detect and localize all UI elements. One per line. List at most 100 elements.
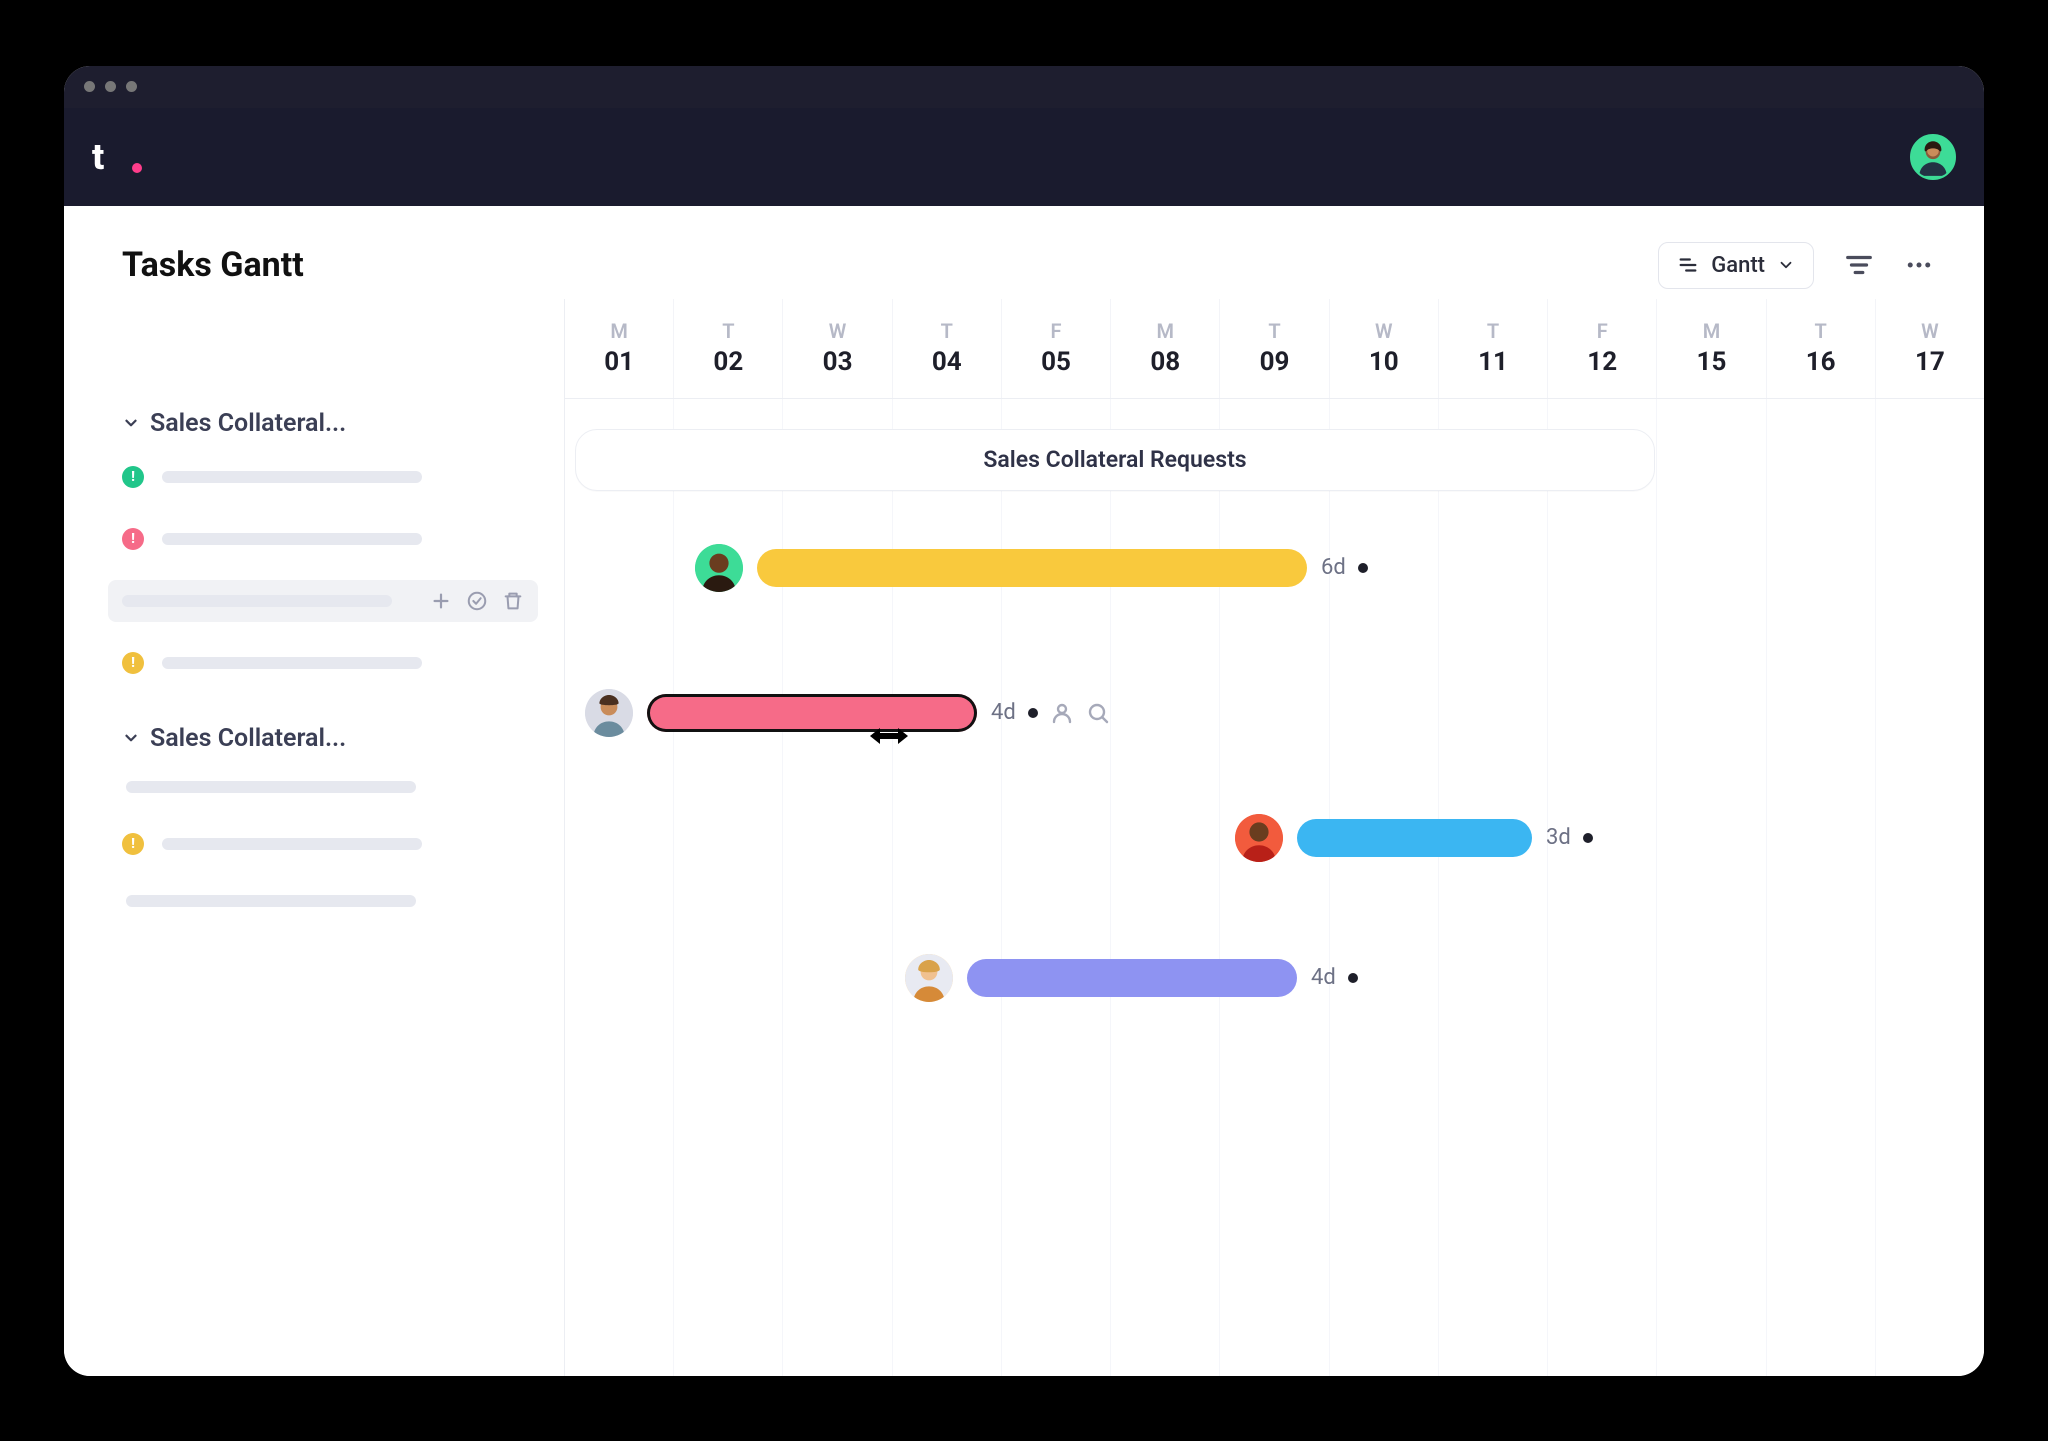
- timeline-grid-column: [1657, 399, 1766, 1376]
- task-meta: 3d: [1546, 825, 1593, 850]
- avatar-icon: [905, 954, 953, 1002]
- app-logo[interactable]: t: [92, 135, 136, 179]
- window-dot: [105, 81, 116, 92]
- timeline-day-label: W: [1921, 319, 1939, 343]
- task-row[interactable]: [122, 771, 524, 803]
- user-avatar[interactable]: [1910, 134, 1956, 180]
- timeline-grid-column: [783, 399, 892, 1376]
- content: Tasks Gantt Gantt: [64, 206, 1984, 1376]
- task-duration-bar[interactable]: [1297, 819, 1532, 857]
- timeline-day-label: T: [722, 319, 734, 343]
- timeline-column: T09: [1220, 299, 1329, 398]
- timeline-grid-column: [1330, 399, 1439, 1376]
- more-button[interactable]: [1904, 250, 1934, 280]
- timeline-date-label: 12: [1587, 347, 1617, 377]
- task-duration-bar[interactable]: [757, 549, 1307, 587]
- timeline-day-label: T: [941, 319, 953, 343]
- task-row-hovered[interactable]: [108, 580, 538, 622]
- gantt-task-bar-selected[interactable]: 4d: [585, 694, 1110, 732]
- app-window: t Tasks Gantt Gantt: [64, 66, 1984, 1376]
- timeline-grid-column: [1439, 399, 1548, 1376]
- assignee-avatar[interactable]: [695, 544, 743, 592]
- plus-icon[interactable]: [430, 590, 452, 612]
- status-dot-yellow: !: [122, 652, 144, 674]
- timeline-column: F05: [1002, 299, 1111, 398]
- group-pill[interactable]: Sales Collateral Requests: [575, 429, 1655, 491]
- timeline-date-label: 03: [823, 347, 853, 377]
- timeline-day-label: M: [1703, 319, 1721, 343]
- task-row[interactable]: [122, 885, 524, 917]
- task-meta: 6d: [1321, 555, 1368, 580]
- timeline-day-label: M: [1157, 319, 1175, 343]
- task-title-placeholder: [162, 657, 422, 669]
- trash-icon[interactable]: [502, 590, 524, 612]
- group-name: Sales Collateral...: [150, 724, 346, 753]
- task-title-placeholder: [162, 471, 422, 483]
- task-row[interactable]: !: [122, 456, 524, 498]
- timeline-grid-column: [1767, 399, 1876, 1376]
- avatar-icon: [1235, 814, 1283, 862]
- window-dot: [126, 81, 137, 92]
- task-duration-bar[interactable]: [647, 694, 977, 732]
- assignee-avatar[interactable]: [905, 954, 953, 1002]
- avatar-icon: [695, 544, 743, 592]
- chevron-down-icon: [122, 414, 140, 432]
- timeline-grid-column: [893, 399, 1002, 1376]
- task-title-placeholder: [122, 595, 392, 607]
- filter-button[interactable]: [1844, 250, 1874, 280]
- task-row[interactable]: !: [122, 518, 524, 560]
- meta-dot: [1028, 708, 1038, 718]
- more-horizontal-icon: [1904, 250, 1934, 280]
- check-circle-icon[interactable]: [466, 590, 488, 612]
- group-pill-label: Sales Collateral Requests: [983, 446, 1246, 473]
- timeline-grid-column: [1111, 399, 1220, 1376]
- task-meta: 4d: [1311, 965, 1358, 990]
- timeline-date-label: 09: [1260, 347, 1290, 377]
- meta-dot: [1583, 833, 1593, 843]
- gantt-icon: [1677, 254, 1699, 276]
- group-name: Sales Collateral...: [150, 409, 346, 438]
- chevron-down-icon: [1777, 256, 1795, 274]
- row-actions: [430, 590, 524, 612]
- avatar-icon: [585, 689, 633, 737]
- task-meta: 4d: [991, 700, 1110, 725]
- timeline-date-label: 10: [1369, 347, 1399, 377]
- assignee-avatar[interactable]: [1235, 814, 1283, 862]
- assignee-avatar[interactable]: [585, 689, 633, 737]
- page-title: Tasks Gantt: [122, 245, 304, 285]
- task-row[interactable]: !: [122, 823, 524, 865]
- gantt-task-bar[interactable]: 6d: [695, 549, 1368, 587]
- timeline-day-label: T: [1815, 319, 1827, 343]
- view-selector[interactable]: Gantt: [1658, 242, 1814, 289]
- timeline-date-label: 08: [1150, 347, 1180, 377]
- task-row[interactable]: !: [122, 642, 524, 684]
- timeline-date-label: 04: [932, 347, 962, 377]
- user-icon[interactable]: [1050, 701, 1074, 725]
- timeline-date-label: 05: [1041, 347, 1071, 377]
- group-header[interactable]: Sales Collateral...: [122, 409, 524, 438]
- timeline-header: M01T02W03T04F05M08T09W10T11F12M15T16W17: [565, 299, 1984, 399]
- status-dot-green: !: [122, 466, 144, 488]
- timeline: M01T02W03T04F05M08T09W10T11F12M15T16W17 …: [564, 299, 1984, 1376]
- timeline-day-label: M: [610, 319, 628, 343]
- timeline-grid: [565, 399, 1984, 1376]
- timeline-day-label: F: [1597, 319, 1608, 343]
- task-duration-bar[interactable]: [967, 959, 1297, 997]
- group-header[interactable]: Sales Collateral...: [122, 724, 524, 753]
- task-title-placeholder: [162, 838, 422, 850]
- timeline-column: M 08: [1111, 299, 1220, 398]
- timeline-day-label: W: [1375, 319, 1393, 343]
- timeline-day-label: T: [1487, 319, 1499, 343]
- timeline-grid-column: [1548, 399, 1657, 1376]
- status-dot-yellow: !: [122, 833, 144, 855]
- task-duration-label: 6d: [1321, 555, 1346, 580]
- gantt-task-bar[interactable]: 3d: [1235, 819, 1593, 857]
- timeline-column: M 01: [565, 299, 674, 398]
- meta-dot: [1358, 563, 1368, 573]
- timeline-date-label: 01: [604, 347, 634, 377]
- search-icon[interactable]: [1086, 701, 1110, 725]
- timeline-date-label: 02: [713, 347, 743, 377]
- task-duration-label: 4d: [1311, 965, 1336, 990]
- gantt-task-bar[interactable]: 4d: [905, 959, 1358, 997]
- app-header: t: [64, 108, 1984, 206]
